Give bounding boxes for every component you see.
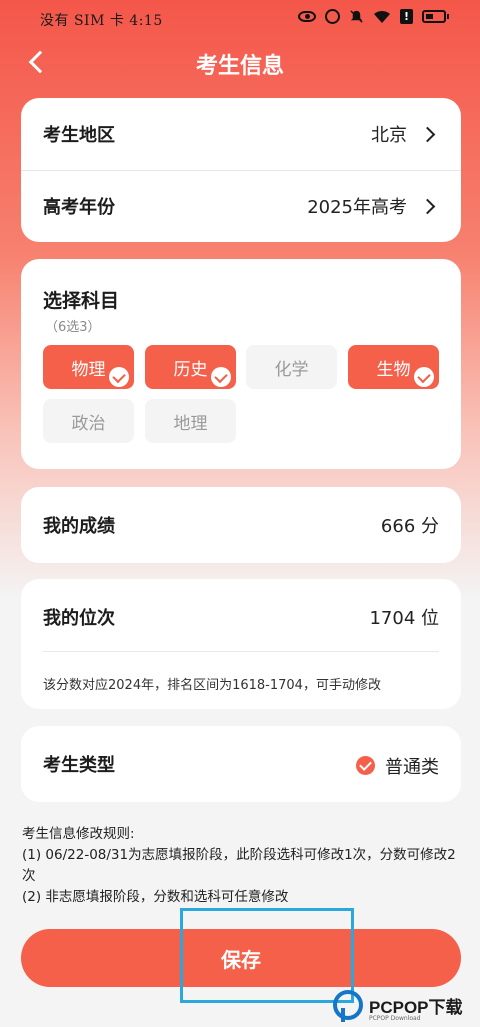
subject-chip-chemistry[interactable]: 化学 (246, 345, 337, 389)
subject-chip-history[interactable]: 历史 (145, 345, 236, 389)
watermark-subtext: PCPOP Download (369, 1015, 421, 1022)
region-label: 考生地区 (43, 125, 115, 146)
score-label: 我的成绩 (43, 516, 115, 537)
radio-checked-icon[interactable] (356, 756, 375, 775)
rank-note: 该分数对应2024年，排名区间为1618-1704，可手动修改 (43, 678, 381, 693)
wifi-icon (374, 10, 390, 23)
chip-label: 历史 (173, 359, 208, 380)
subject-chip-biology[interactable]: 生物 (348, 345, 439, 389)
carrier-time: 没有 SIM 卡 4:15 (40, 13, 163, 29)
chevron-right-icon (419, 126, 436, 142)
check-icon (414, 367, 434, 387)
subject-chip-geography[interactable]: 地理 (145, 399, 236, 443)
save-button[interactable]: 保存 (21, 929, 461, 987)
divider (43, 651, 439, 652)
score-row[interactable]: 我的成绩 666 分 (21, 487, 461, 563)
type-label: 考生类型 (43, 755, 115, 776)
subject-hint: （6选3） (45, 320, 101, 335)
chip-label: 地理 (173, 413, 208, 434)
year-label: 高考年份 (43, 197, 115, 218)
region-value: 北京 (371, 125, 407, 146)
rules-line-1: (1) 06/22-08/31为志愿填报阶段，此阶段选科可修改1次，分数可修改2… (22, 847, 456, 884)
page-title: 考生信息 (195, 54, 284, 79)
rank-label: 我的位次 (43, 608, 115, 629)
bell-mute-icon (350, 10, 363, 23)
status-icons: ! (298, 9, 449, 24)
rules-line-2: (2) 非志愿填报阶段，分数和选科可任意修改 (22, 889, 289, 905)
type-card: 考生类型 普通类 (21, 726, 461, 802)
battery-icon (422, 10, 449, 23)
pcpop-logo-icon (333, 990, 363, 1022)
region-year-card: 考生地区 北京 高考年份 2025年高考 (21, 98, 461, 242)
chevron-right-icon (419, 198, 436, 214)
rank-row[interactable]: 我的位次 1704 位 (21, 579, 461, 655)
alarm-icon (325, 9, 340, 24)
year-row[interactable]: 高考年份 2025年高考 (21, 170, 461, 242)
chip-label: 生物 (376, 359, 411, 380)
check-icon (211, 367, 231, 387)
score-card[interactable]: 我的成绩 666 分 (21, 487, 461, 563)
watermark-text: PCPOP下载 (369, 997, 463, 1017)
year-value: 2025年高考 (307, 197, 407, 218)
score-value: 666 分 (380, 516, 439, 537)
type-option-label[interactable]: 普通类 (385, 753, 439, 779)
chip-label: 物理 (71, 359, 106, 380)
eye-icon (298, 11, 316, 22)
watermark: PCPOP下载 PCPOP Download (333, 985, 463, 1025)
region-row[interactable]: 考生地区 北京 (21, 98, 461, 170)
status-bar: 没有 SIM 卡 4:15 ! (0, 0, 480, 36)
subject-chip-physics[interactable]: 物理 (43, 345, 134, 389)
nav-bar: 考生信息 (0, 36, 480, 88)
check-icon (109, 367, 129, 387)
subject-chip-politics[interactable]: 政治 (43, 399, 134, 443)
subject-card: 选择科目 （6选3） 物理 历史 化学 生物 政治 地理 (21, 259, 461, 469)
subject-title: 选择科目 (43, 290, 120, 312)
rank-card: 我的位次 1704 位 该分数对应2024年，排名区间为1618-1704，可手… (21, 579, 461, 709)
rank-value: 1704 位 (369, 608, 439, 629)
warning-icon: ! (400, 9, 413, 24)
rules-text: 考生信息修改规则: (1) 06/22-08/31为志愿填报阶段，此阶段选科可修… (22, 824, 462, 908)
rules-title: 考生信息修改规则: (22, 826, 135, 842)
chip-label: 化学 (274, 359, 309, 380)
chip-label: 政治 (71, 413, 106, 434)
